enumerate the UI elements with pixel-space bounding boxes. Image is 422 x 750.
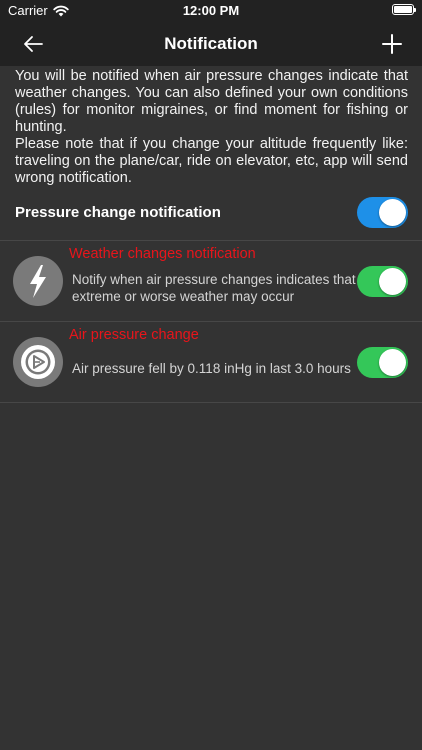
add-rule-button[interactable]	[380, 32, 404, 56]
lightning-bolt-icon	[30, 265, 46, 298]
rule-title: Weather changes notification	[69, 246, 256, 262]
pressure-notification-toggle[interactable]	[357, 197, 408, 228]
rule-toggle[interactable]	[357, 266, 408, 297]
pressure-notification-label: Pressure change notification	[15, 204, 221, 221]
toggle-knob	[379, 268, 406, 295]
pressure-notification-row: Pressure change notification	[0, 194, 422, 240]
divider	[0, 402, 422, 403]
status-time: 12:00 PM	[182, 3, 240, 18]
rule-toggle[interactable]	[357, 347, 408, 378]
page-title: Notification	[164, 34, 258, 53]
rule-description: Notify when air pressure changes indicat…	[72, 272, 356, 304]
toggle-knob	[379, 199, 406, 226]
rule-icon-circle	[13, 337, 63, 387]
rule-title: Air pressure change	[69, 327, 199, 343]
rule-description: Air pressure fell by 0.118 inHg in last …	[72, 361, 351, 376]
battery-icon	[392, 4, 416, 15]
intro-paragraph-1: You will be notified when air pressure c…	[15, 68, 408, 135]
nav-bar: Notification	[0, 22, 422, 66]
rule-item-air-pressure-change[interactable]: Air pressure change Air pressure fell by…	[0, 322, 422, 402]
rule-item-weather-changes[interactable]: Weather changes notification Notify when…	[0, 241, 422, 321]
intro-paragraph-2: Please note that if you change your alti…	[15, 136, 408, 186]
intro-text: You will be notified when air pressure c…	[15, 68, 408, 187]
rule-icon-circle	[13, 256, 63, 306]
pressure-gauge-icon	[21, 345, 55, 379]
toggle-knob	[379, 349, 406, 376]
plus-icon	[382, 34, 402, 54]
status-bar: Carrier 12:00 PM	[0, 0, 422, 22]
